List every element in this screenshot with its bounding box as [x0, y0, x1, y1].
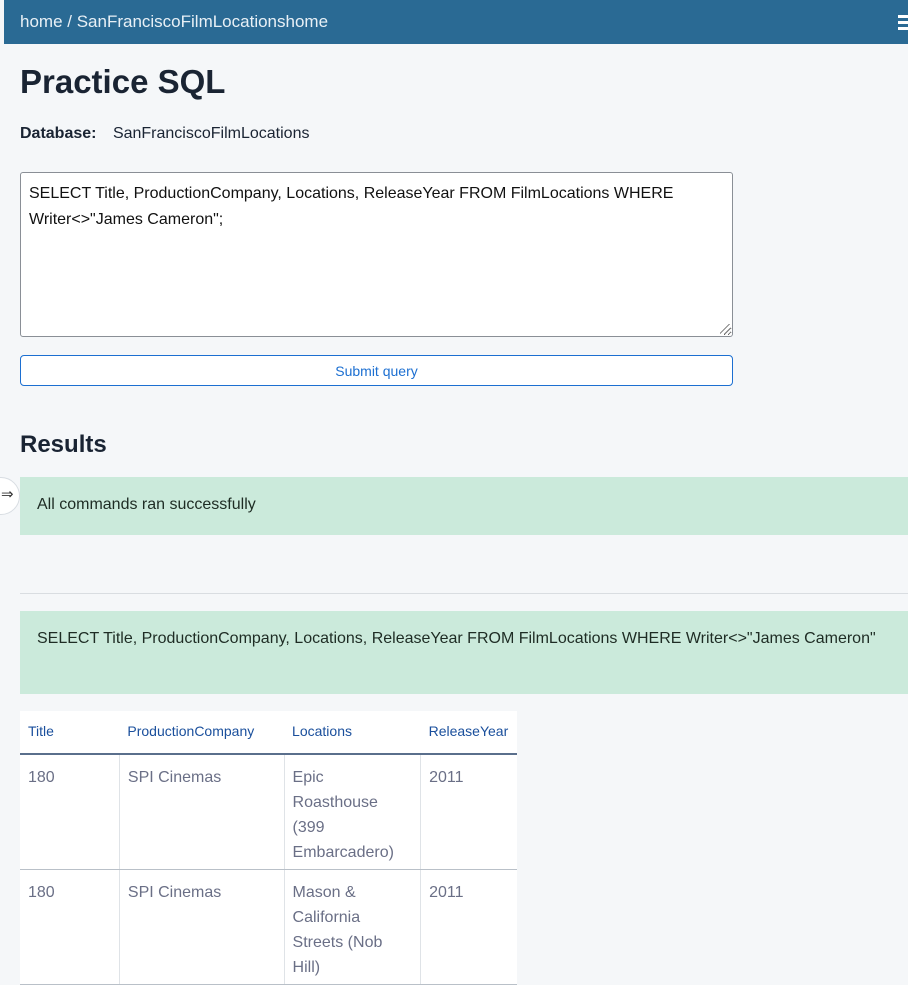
- top-navbar: home / SanFranciscoFilmLocationshome: [4, 0, 908, 44]
- database-row: Database: SanFranciscoFilmLocations: [20, 124, 309, 144]
- executed-statement: SELECT Title, ProductionCompany, Locatio…: [20, 611, 908, 694]
- resize-handle-icon[interactable]: [720, 324, 730, 334]
- table-header-row: Title ProductionCompany Locations Releas…: [20, 711, 517, 755]
- cell-title: 180: [20, 869, 120, 985]
- cell-title: 180: [20, 754, 120, 870]
- cell-releaseyear: 2011: [420, 869, 517, 985]
- column-header-locations: Locations: [284, 711, 421, 755]
- database-name: SanFranciscoFilmLocations: [112, 125, 310, 142]
- status-message: All commands ran successfully: [20, 477, 908, 535]
- column-header-title: Title: [20, 711, 120, 755]
- breadcrumb[interactable]: home / SanFranciscoFilmLocationshome: [20, 12, 328, 32]
- cell-productioncompany: SPI Cinemas: [119, 869, 285, 985]
- results-table: Title ProductionCompany Locations Releas…: [20, 711, 517, 985]
- sql-query-input[interactable]: SELECT Title, ProductionCompany, Locatio…: [20, 172, 733, 337]
- results-heading: Results: [20, 431, 107, 458]
- column-header-releaseyear: ReleaseYear: [420, 711, 517, 755]
- column-header-productioncompany: ProductionCompany: [119, 711, 285, 755]
- database-label: Database:: [20, 125, 97, 142]
- table-row: 180 SPI Cinemas Epic Roasthouse (399 Emb…: [20, 754, 517, 870]
- hamburger-menu-icon[interactable]: [898, 15, 908, 30]
- sidebar-toggle-button[interactable]: ⇒: [0, 477, 20, 515]
- cell-locations: Mason & California Streets (Nob Hill): [284, 869, 422, 985]
- arrow-right-icon: ⇒: [1, 486, 14, 503]
- cell-locations: Epic Roasthouse (399 Embarcadero): [284, 754, 422, 870]
- page-title: Practice SQL: [20, 63, 226, 100]
- cell-productioncompany: SPI Cinemas: [119, 754, 285, 870]
- cell-releaseyear: 2011: [420, 754, 517, 870]
- divider: [20, 593, 908, 594]
- submit-query-button[interactable]: Submit query: [20, 355, 733, 386]
- table-row: 180 SPI Cinemas Mason & California Stree…: [20, 869, 517, 985]
